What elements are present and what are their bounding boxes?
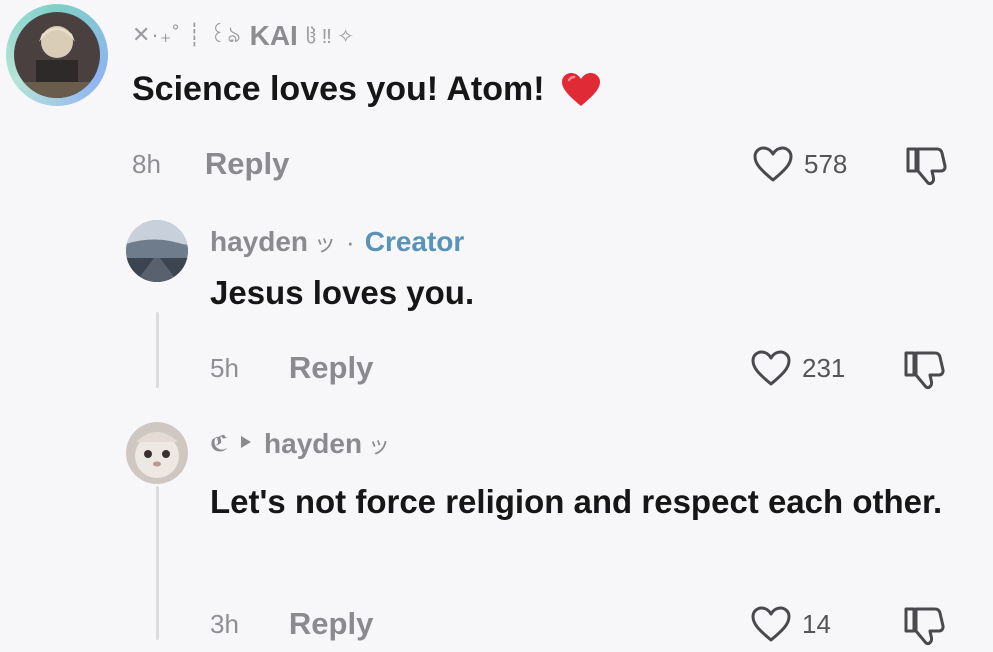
timestamp: 8h [132, 148, 161, 179]
author-decoration-prefix: ✕·₊˚ ┊ ꒰ঌ [132, 21, 242, 47]
comment-reply: ℭ hayden ッ Let's not force religion and … [0, 412, 993, 652]
author-row: hayden ッ · Creator [210, 222, 464, 262]
like-button[interactable]: 231 [750, 346, 845, 390]
comment-text: Let's not force religion and respect eac… [210, 483, 943, 520]
comment-meta: 8h Reply [132, 142, 289, 186]
author-suffix: ッ [314, 231, 337, 256]
dislike-button[interactable] [902, 350, 948, 395]
dislike-button[interactable] [902, 606, 948, 651]
comment-hayden: hayden ッ · Creator Jesus loves you. 5h R… [0, 210, 993, 400]
separator-dot: · [346, 226, 355, 257]
reply-to-name[interactable]: hayden [264, 428, 362, 460]
avatar-hayden[interactable] [126, 220, 188, 282]
reply-button[interactable]: Reply [205, 146, 289, 182]
play-arrow-icon [240, 435, 252, 454]
avatar-replier[interactable] [126, 422, 188, 484]
like-button[interactable]: 14 [750, 602, 831, 646]
author-row: ✕·₊˚ ┊ ꒰ঌ KAI ჱ ‼ ✧ [132, 14, 354, 58]
thumbs-down-icon [906, 147, 947, 186]
like-button[interactable]: 578 [752, 142, 847, 186]
author-decoration-suffix: ჱ ‼ ✧ [305, 25, 355, 48]
like-count: 14 [802, 608, 831, 639]
thumbs-down-icon [904, 351, 945, 390]
comment-text: Jesus loves you. [210, 274, 475, 311]
comment-meta: 5h Reply [210, 346, 373, 390]
heart-emoji-icon [561, 72, 601, 108]
reply-button[interactable]: Reply [289, 350, 373, 386]
thumbs-down-icon [904, 607, 945, 646]
reply-to-suffix: ッ [368, 433, 391, 458]
comment-meta: 3h Reply [210, 602, 373, 646]
comment-kai: ✕·₊˚ ┊ ꒰ঌ KAI ჱ ‼ ✧ Science loves you! A… [0, 0, 993, 200]
creator-badge: Creator [364, 226, 465, 257]
avatar-ring[interactable] [6, 4, 108, 106]
heart-outline-icon [751, 606, 791, 642]
author-name[interactable]: ℭ [210, 431, 228, 457]
dislike-button[interactable] [904, 146, 950, 191]
author-name[interactable]: hayden [210, 226, 308, 258]
reply-button[interactable]: Reply [289, 606, 373, 642]
heart-outline-icon [753, 146, 793, 182]
comment-body: Science loves you! Atom! [132, 70, 545, 108]
like-count: 578 [804, 148, 848, 179]
heart-outline-icon [751, 350, 791, 386]
timestamp: 3h [210, 608, 239, 639]
like-count: 231 [802, 352, 846, 383]
avatar-kai[interactable] [14, 12, 100, 98]
timestamp: 5h [210, 352, 239, 383]
comment-text: Science loves you! Atom! [132, 70, 601, 109]
author-name[interactable]: KAI [250, 20, 298, 52]
author-row: ℭ hayden ッ [210, 424, 390, 464]
